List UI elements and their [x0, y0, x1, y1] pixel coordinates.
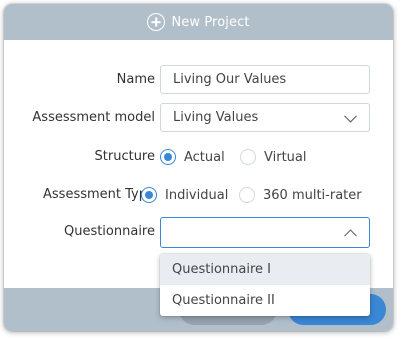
chevron-up-icon [344, 228, 357, 242]
structure-label: Structure [94, 149, 155, 164]
radio-actual-label: Actual [184, 149, 225, 165]
questionnaire-option-2[interactable]: Questionnaire II [160, 285, 370, 316]
questionnaire-dropdown-list: Questionnaire I Questionnaire II [160, 254, 370, 316]
questionnaire-select[interactable] [160, 217, 370, 248]
name-input[interactable]: Living Our Values [160, 65, 370, 94]
structure-option-actual[interactable]: Actual [160, 149, 225, 165]
assessment-type-label: Assessment Type [43, 187, 155, 202]
assessment-model-select[interactable]: Living Values [160, 103, 370, 132]
chevron-down-icon [344, 109, 357, 123]
dialog-header: New Project [4, 4, 393, 40]
radio-360-multi-rater-label: 360 multi-rater [263, 187, 362, 203]
name-input-value: Living Our Values [173, 72, 287, 87]
name-label: Name [116, 72, 155, 87]
assessment-model-value: Living Values [173, 110, 259, 125]
questionnaire-label: Questionnaire [63, 224, 155, 239]
questionnaire-option-1[interactable]: Questionnaire I [160, 254, 370, 285]
plus-circle-icon [147, 13, 166, 31]
assessment-model-label: Assessment model [32, 110, 155, 125]
structure-option-virtual[interactable]: Virtual [240, 149, 306, 165]
assessment-type-option-360[interactable]: 360 multi-rater [239, 187, 362, 203]
radio-virtual-label: Virtual [264, 149, 307, 165]
assessment-type-option-individual[interactable]: Individual [141, 187, 228, 203]
radio-actual[interactable] [160, 149, 176, 165]
radio-individual[interactable] [141, 187, 157, 203]
radio-individual-label: Individual [165, 187, 229, 203]
new-project-dialog: New Project Name Living Our Values Asses… [4, 4, 393, 331]
radio-360-multi-rater[interactable] [239, 187, 255, 203]
dialog-title: New Project [171, 14, 250, 30]
radio-virtual[interactable] [240, 149, 256, 165]
